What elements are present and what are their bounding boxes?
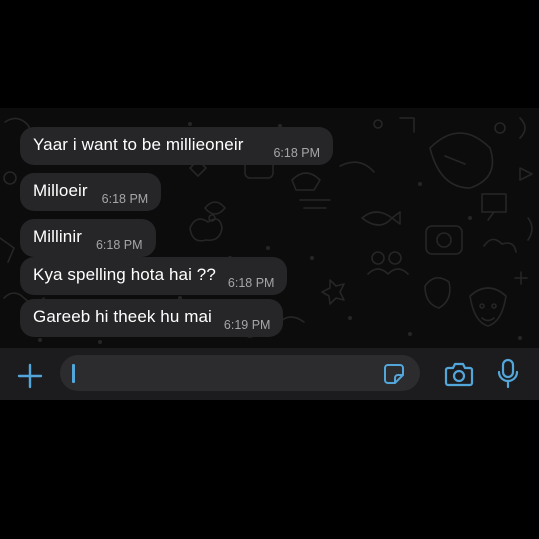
message-text: Kya spelling hota hai ?? [33, 265, 216, 284]
message-bubble[interactable]: Kya spelling hota hai ?? 6:18 PM [20, 257, 288, 295]
message-text: Millinir [33, 227, 82, 246]
message-bubble[interactable]: Gareeb hi theek hu mai 6:19 PM [20, 299, 284, 337]
text-cursor [72, 364, 75, 383]
message-timestamp: 6:18 PM [273, 146, 321, 160]
message-text: Gareeb hi theek hu mai [33, 307, 212, 326]
message-bubble[interactable]: Millinir 6:18 PM [20, 219, 156, 257]
sticker-icon[interactable] [382, 362, 406, 386]
message-timestamp: 6:18 PM [95, 238, 143, 252]
camera-icon[interactable] [444, 361, 474, 387]
message-timestamp: 6:18 PM [101, 192, 149, 206]
message-bubble[interactable]: Milloeir 6:18 PM [20, 173, 162, 211]
message-text: Yaar i want to be millieoneir [33, 135, 244, 154]
screenshot-frame: Yaar i want to be millieoneir 6:18 PM Mi… [0, 0, 539, 539]
chat-area: Yaar i want to be millieoneir 6:18 PM Mi… [0, 108, 539, 348]
plus-icon[interactable] [17, 363, 43, 389]
microphone-icon[interactable] [496, 358, 520, 390]
message-timestamp: 6:18 PM [227, 276, 275, 290]
message-composer-bar [0, 348, 539, 400]
message-text: Milloeir [33, 181, 88, 200]
message-timestamp: 6:19 PM [223, 318, 271, 332]
message-input[interactable] [60, 355, 420, 391]
message-bubble[interactable]: Yaar i want to be millieoneir 6:18 PM [20, 127, 334, 165]
